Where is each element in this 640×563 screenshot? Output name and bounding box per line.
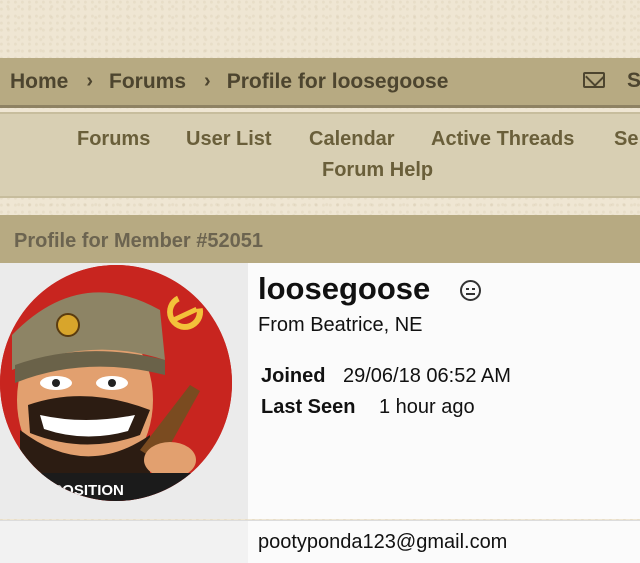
breadcrumb: Home › Forums › Profile for loosegoose S [0,58,640,108]
joined-label: Joined [261,365,326,387]
location: From Beatrice, NE [258,314,423,336]
email-row: pootyponda123@gmail.com [0,520,640,563]
chevron-right-icon: › [204,70,211,92]
last-seen-label: Last Seen [261,396,356,418]
joined-value: 29/06/18 06:52 AM [343,365,511,387]
breadcrumb-profile: Profile for loosegoose [226,69,449,93]
avatar-caption: S EXPOSITION [18,482,124,499]
username: loosegoose [258,271,431,306]
neutral-face-icon [460,280,481,301]
nav-forum-help[interactable]: Forum Help [322,159,433,182]
email-link[interactable]: pootyponda123@gmail.com [258,531,507,554]
breadcrumb-forums[interactable]: Forums [109,70,186,94]
main-nav: Forums User List Calendar Active Threads… [0,112,640,198]
profile-info: loosegoose From Beatrice, NE Joined 29/0… [248,263,640,519]
last-seen-value: 1 hour ago [379,396,475,418]
nav-forums[interactable]: Forums [77,128,150,151]
nav-active-threads[interactable]: Active Threads [431,128,574,151]
breadcrumb-truncated-item[interactable]: S [627,69,640,93]
avatar-artwork: S EXPOSITION [0,265,232,501]
mail-icon[interactable] [583,72,605,88]
nav-calendar[interactable]: Calendar [309,128,395,151]
chevron-right-icon: › [86,70,94,92]
breadcrumb-home[interactable]: Home [10,70,68,94]
nav-user-list[interactable]: User List [186,128,272,151]
avatar-cell: S EXPOSITION [0,263,248,519]
avatar: S EXPOSITION [0,265,232,501]
profile-panel: S EXPOSITION loosegoose From Beatrice, N… [0,263,640,519]
nav-search[interactable]: Se [614,128,638,151]
email-row-lead [0,521,248,563]
section-title: Profile for Member #52051 [0,215,640,263]
